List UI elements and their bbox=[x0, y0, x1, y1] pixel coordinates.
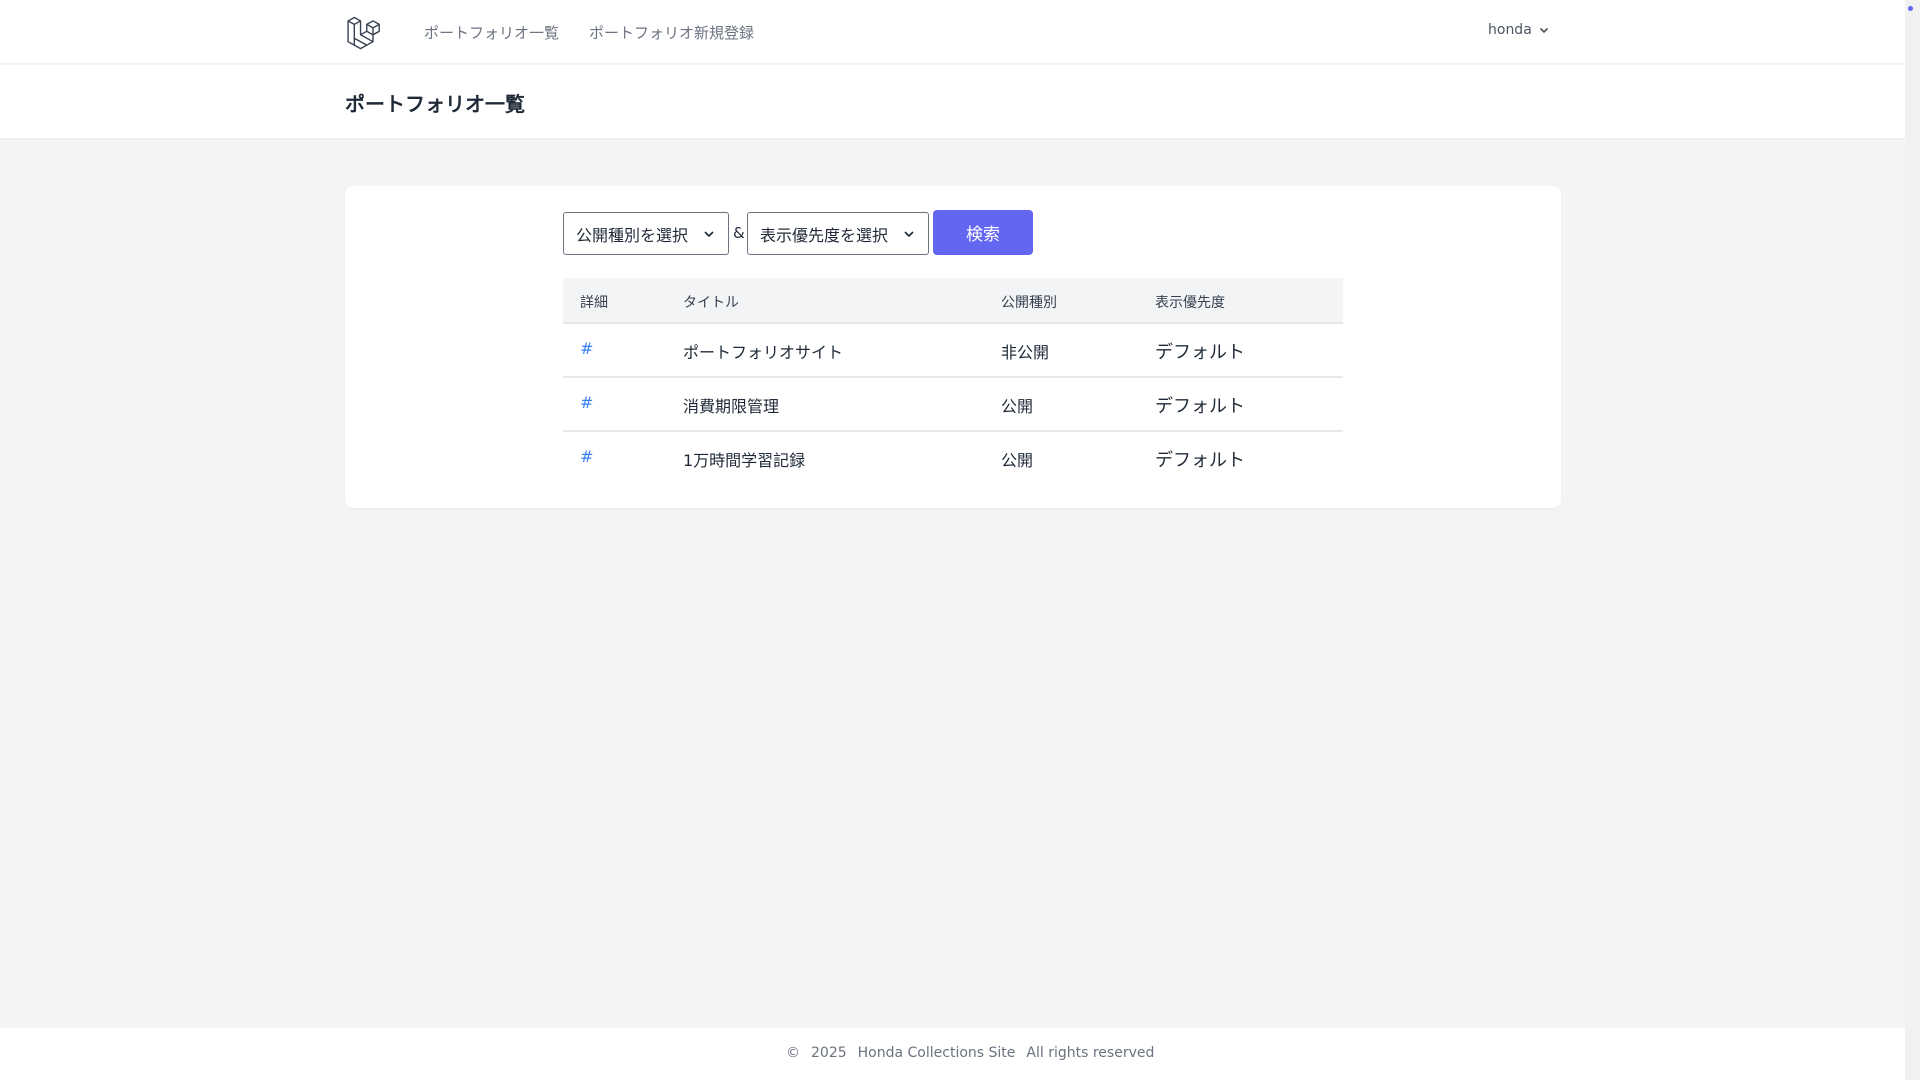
row-title: 消費期限管理 bbox=[683, 397, 780, 416]
page-title: ポートフォリオ一覧 bbox=[345, 92, 525, 116]
indicator-dot bbox=[1908, 6, 1913, 11]
scrollbar[interactable] bbox=[1905, 0, 1920, 1080]
detail-link[interactable]: # bbox=[580, 447, 593, 466]
portfolio-card: 公開種別を選択 & 表示優先度を選択 検索 詳細 タイトル 公開種別 表示優先度… bbox=[345, 186, 1561, 508]
chevron-down-icon bbox=[1539, 27, 1548, 34]
search-button[interactable]: 検索 bbox=[933, 210, 1033, 255]
row-visibility: 非公開 bbox=[1001, 343, 1050, 362]
filter-separator: & bbox=[733, 224, 745, 242]
footer: © 2025 Honda Collections Site All rights… bbox=[0, 1028, 1905, 1080]
user-menu[interactable]: honda bbox=[1488, 22, 1550, 38]
table-row: # 消費期限管理 公開 デフォルト bbox=[563, 378, 1343, 432]
column-header-title: タイトル bbox=[683, 295, 739, 311]
row-priority: デフォルト bbox=[1155, 396, 1245, 417]
laravel-logo-icon[interactable] bbox=[346, 14, 382, 50]
top-navigation: ポートフォリオ一覧 ポートフォリオ新規登録 honda bbox=[0, 0, 1905, 64]
user-name: honda bbox=[1488, 22, 1532, 38]
row-title: ポートフォリオサイト bbox=[683, 343, 844, 362]
page-header: ポートフォリオ一覧 bbox=[0, 65, 1905, 138]
detail-link[interactable]: # bbox=[580, 339, 593, 358]
visibility-select[interactable]: 公開種別を選択 bbox=[563, 212, 729, 255]
rights-text: All rights reserved bbox=[1026, 1045, 1155, 1061]
site-name: Honda Collections Site bbox=[857, 1045, 1016, 1061]
row-title: 1万時間学習記録 bbox=[683, 451, 806, 470]
footer-text: © 2025 Honda Collections Site All rights… bbox=[786, 1045, 1154, 1061]
table-row: # 1万時間学習記録 公開 デフォルト bbox=[563, 432, 1343, 486]
table-row: # ポートフォリオサイト 非公開 デフォルト bbox=[563, 324, 1343, 378]
column-header-detail: 詳細 bbox=[580, 295, 608, 311]
nav-link-portfolio-list[interactable]: ポートフォリオ一覧 bbox=[424, 22, 559, 43]
column-header-priority: 表示優先度 bbox=[1155, 295, 1225, 311]
portfolio-table: 詳細 タイトル 公開種別 表示優先度 # ポートフォリオサイト 非公開 デフォル… bbox=[563, 278, 1343, 486]
priority-select[interactable]: 表示優先度を選択 bbox=[747, 212, 929, 255]
row-priority: デフォルト bbox=[1155, 342, 1245, 363]
chevron-down-icon bbox=[904, 230, 914, 237]
row-visibility: 公開 bbox=[1001, 397, 1034, 416]
column-header-visibility: 公開種別 bbox=[1001, 295, 1057, 311]
row-priority: デフォルト bbox=[1155, 450, 1245, 471]
copyright-year: 2025 bbox=[811, 1045, 847, 1061]
nav-link-portfolio-create[interactable]: ポートフォリオ新規登録 bbox=[589, 22, 754, 43]
copyright-symbol: © bbox=[786, 1045, 800, 1061]
table-header: 詳細 タイトル 公開種別 表示優先度 bbox=[563, 278, 1343, 324]
row-visibility: 公開 bbox=[1001, 451, 1034, 470]
priority-select-value: 表示優先度を選択 bbox=[760, 225, 889, 245]
visibility-select-value: 公開種別を選択 bbox=[576, 225, 689, 245]
detail-link[interactable]: # bbox=[580, 393, 593, 412]
chevron-down-icon bbox=[704, 230, 714, 237]
